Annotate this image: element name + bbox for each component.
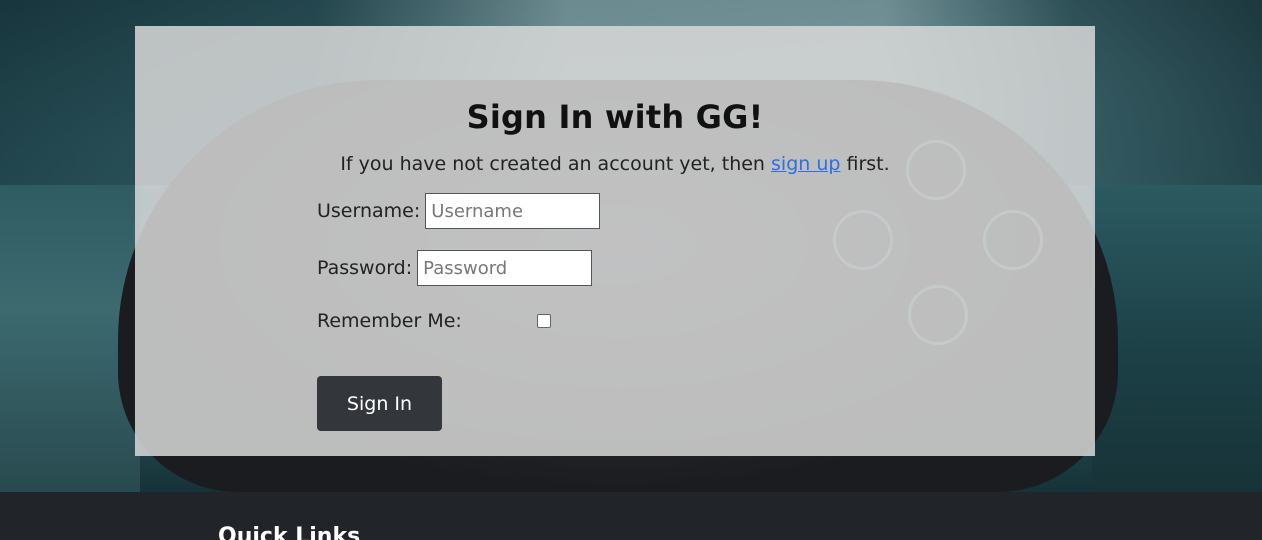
signin-card: Sign In with GG! If you have not created… (135, 26, 1095, 456)
remember-row: Remember Me: (317, 310, 462, 332)
remember-checkbox[interactable] (537, 314, 551, 328)
password-row: Password: (317, 250, 593, 286)
signup-link[interactable]: sign up (771, 153, 840, 175)
username-row: Username: (317, 193, 601, 229)
username-input[interactable] (425, 193, 601, 229)
password-input[interactable] (417, 250, 593, 286)
signup-prompt-text-post: first. (840, 153, 890, 175)
page-title: Sign In with GG! (466, 98, 764, 136)
signup-prompt-text-pre: If you have not created an account yet, … (340, 153, 772, 175)
remember-label: Remember Me: (317, 310, 462, 332)
password-label: Password: (317, 257, 413, 279)
footer-heading: Quick Links (218, 524, 361, 540)
signup-prompt: If you have not created an account yet, … (135, 153, 1095, 175)
username-label: Username: (317, 200, 421, 222)
signin-button[interactable]: Sign In (317, 376, 442, 431)
footer: Quick Links (0, 492, 1262, 540)
